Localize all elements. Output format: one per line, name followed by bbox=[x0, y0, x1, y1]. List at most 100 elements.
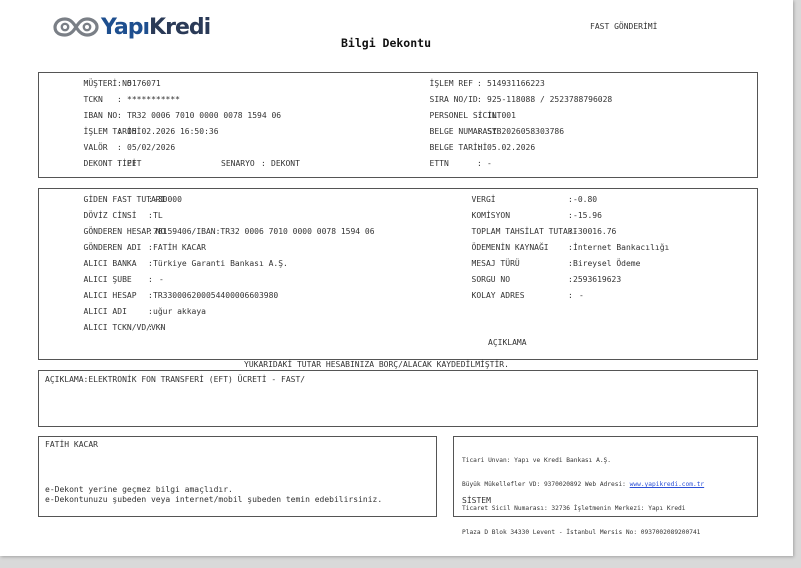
field-label: TOPLAM TAHSİLAT TUTARI bbox=[471, 227, 578, 236]
detail-row: GÖNDEREN ADI : FATİH KACAR bbox=[45, 240, 206, 256]
field-value: 05.02.2026 16:50:36 bbox=[127, 127, 219, 136]
system-label: SİSTEM bbox=[462, 496, 491, 505]
field-label: IBAN NO bbox=[83, 111, 118, 120]
field-label: ALICI ŞUBE bbox=[83, 275, 132, 284]
info-row: ETTN : - bbox=[391, 156, 492, 172]
detail-row: ALICI HESAP : TR330006200054400006603980 bbox=[45, 288, 279, 304]
bank-tax-line: Büyük Mükellefler VD: 9370020892 Web Adr… bbox=[462, 481, 704, 489]
field-label: GÖNDEREN ADI bbox=[83, 243, 142, 252]
detail-row: ALICI TCKN/VD/VKN : - bbox=[45, 320, 166, 336]
bank-website-link[interactable]: www.yapikredi.com.tr bbox=[630, 481, 705, 488]
field-value: Bireysel Ödeme bbox=[573, 259, 641, 268]
field-label: ALICI BANKA bbox=[83, 259, 137, 268]
detail-row: DÖVİZ CİNSİ : TL bbox=[45, 208, 163, 224]
detail-row: ALICI ŞUBE : - bbox=[45, 272, 164, 288]
field-value: - bbox=[487, 159, 492, 168]
senaryo-label: SENARYO bbox=[221, 159, 255, 168]
field-value: SYB2026058303786 bbox=[487, 127, 565, 136]
field-label: VERGİ bbox=[471, 195, 496, 204]
field-value: 5176071 bbox=[127, 79, 161, 88]
field-label: SIRA NO/ID bbox=[429, 95, 478, 104]
info-row: MÜŞTERİ NO : 5176071 bbox=[45, 76, 161, 92]
info-row: PERSONEL SİCİL : INT001 bbox=[391, 108, 516, 124]
field-label: ALICI ADI bbox=[83, 307, 127, 316]
field-value: TR32 0006 7010 0000 0078 1594 06 bbox=[127, 111, 282, 120]
brand-logo-icon bbox=[53, 17, 99, 37]
field-label: TCKN bbox=[83, 95, 103, 104]
field-label: KOMİSYON bbox=[471, 211, 511, 220]
field-label: VALÖR bbox=[83, 143, 108, 152]
detail-row: ALICI BANKA : Türkiye Garanti Bankası A.… bbox=[45, 256, 288, 272]
field-label: DÖVİZ CİNSİ bbox=[83, 211, 137, 220]
fast-label: FAST GÖNDERİMİ bbox=[590, 22, 658, 31]
detail-row: TOPLAM TAHSİLAT TUTARI : -30016.76 bbox=[433, 224, 617, 240]
field-value: uğur akkaya bbox=[153, 307, 206, 316]
field-label: ÖDEMENİN KAYNAĞI bbox=[471, 243, 549, 252]
field-value: 2593619623 bbox=[573, 275, 622, 284]
field-value: 05/02/2026 bbox=[127, 143, 176, 152]
field-value: 78159406/IBAN:TR32 0006 7010 0000 0078 1… bbox=[153, 227, 375, 236]
field-value: 05.02.2026 bbox=[487, 143, 536, 152]
receipt-page: YapıKredi Bilgi Dekontu FAST GÖNDERİMİ M… bbox=[0, 0, 793, 556]
bank-info-box: Ticari Unvan: Yapı ve Kredi Bankası A.Ş.… bbox=[453, 436, 758, 536]
info-row: DEKONT TİPİ : EFT SENARYO : DEKONT bbox=[45, 156, 300, 172]
info-row: İŞLEM TARİHİ : 05.02.2026 16:50:36 bbox=[45, 124, 219, 140]
bank-trade-name: Ticari Unvan: Yapı ve Kredi Bankası A.Ş. bbox=[462, 457, 612, 464]
detail-row: GÖNDEREN HESAP NO : 78159406/IBAN:TR32 0… bbox=[45, 224, 375, 240]
yapikredi-logo: YapıKredi bbox=[53, 13, 211, 41]
info-row: IBAN NO : TR32 0006 7010 0000 0078 1594 … bbox=[45, 108, 282, 124]
bank-address-line: Plaza D Blok 34330 Levent - İstanbul Mer… bbox=[462, 529, 701, 536]
field-value: - bbox=[159, 323, 164, 332]
field-value: INT001 bbox=[487, 111, 516, 120]
disclaimer-line-1: e-Dekont yerine geçmez bilgi amaçlıdır. bbox=[45, 485, 233, 494]
detail-row: GİDEN FAST TUTARI : -30000 bbox=[45, 192, 182, 208]
customer-footer-box: FATİH KACAR e-Dekont yerine geçmez bilgi… bbox=[38, 436, 437, 517]
field-value: İnternet Bankacılığı bbox=[573, 243, 670, 252]
bank-tax-text: Büyük Mükellefler VD: 9370020892 Web Adr… bbox=[462, 481, 630, 488]
field-value: -30016.76 bbox=[573, 227, 617, 236]
info-row: VALÖR : 05/02/2026 bbox=[45, 140, 176, 156]
info-row: İŞLEM REF : 514931166223 bbox=[391, 76, 545, 92]
info-row: TCKN : *********** bbox=[45, 92, 180, 108]
aciklama-label: AÇIKLAMA bbox=[488, 338, 527, 347]
field-value: - bbox=[579, 291, 584, 300]
bank-registry-line: Ticaret Sicil Numarası: 32736 İşletmenin… bbox=[462, 505, 686, 512]
info-row: BELGE TARİHİ : 05.02.2026 bbox=[391, 140, 536, 156]
field-value: Türkiye Garanti Bankası A.Ş. bbox=[153, 259, 288, 268]
field-label: SORGU NO bbox=[471, 275, 511, 284]
field-label: MESAJ TÜRÜ bbox=[471, 259, 520, 268]
description-text: AÇIKLAMA:ELEKTRONİK FON TRANSFERİ (EFT) … bbox=[45, 375, 306, 384]
field-value: EFT bbox=[127, 159, 142, 168]
transfer-details-box: GİDEN FAST TUTARI : -30000 DÖVİZ CİNSİ :… bbox=[38, 188, 758, 360]
field-value: *********** bbox=[127, 95, 180, 104]
field-label: ALICI TCKN/VD/VKN bbox=[83, 323, 166, 332]
field-label: İŞLEM REF bbox=[429, 79, 473, 88]
customer-info-box: MÜŞTERİ NO : 5176071 TCKN : *********** … bbox=[38, 72, 758, 178]
detail-row: ALICI ADI : uğur akkaya bbox=[45, 304, 206, 320]
disclaimer-line-2: e-Dekontunuzu şubeden veya internet/mobi… bbox=[45, 495, 383, 504]
field-value: 514931166223 bbox=[487, 79, 545, 88]
field-label: KOLAY ADRES bbox=[471, 291, 525, 300]
field-label: ALICI HESAP bbox=[83, 291, 137, 300]
field-value: FATİH KACAR bbox=[153, 243, 206, 252]
detail-row: ÖDEMENİN KAYNAĞI : İnternet Bankacılığı bbox=[433, 240, 670, 256]
field-value: 925-118088 / 2523788796028 bbox=[487, 95, 613, 104]
field-label: ETTN bbox=[429, 159, 449, 168]
customer-name: FATİH KACAR bbox=[45, 440, 98, 449]
field-value: TL bbox=[153, 211, 163, 220]
info-row: BELGE NUMARASI : SYB2026058303786 bbox=[391, 124, 565, 140]
field-label: MÜŞTERİ NO bbox=[83, 79, 132, 88]
info-row: SIRA NO/ID : 925-118088 / 2523788796028 bbox=[391, 92, 613, 108]
brand-name: YapıKredi bbox=[101, 14, 211, 40]
document-title: Bilgi Dekontu bbox=[341, 36, 432, 50]
field-value: -15.96 bbox=[573, 211, 602, 220]
senaryo-value: DEKONT bbox=[271, 159, 300, 168]
detail-row: SORGU NO : 2593619623 bbox=[433, 272, 622, 288]
field-value: -30000 bbox=[153, 195, 182, 204]
field-value: TR330006200054400006603980 bbox=[153, 291, 279, 300]
detail-row: KOLAY ADRES : - bbox=[433, 288, 584, 304]
description-box: AÇIKLAMA:ELEKTRONİK FON TRANSFERİ (EFT) … bbox=[38, 370, 758, 427]
field-value: -0.80 bbox=[573, 195, 598, 204]
field-value: - bbox=[159, 275, 164, 284]
detail-row: VERGİ : -0.80 bbox=[433, 192, 598, 208]
